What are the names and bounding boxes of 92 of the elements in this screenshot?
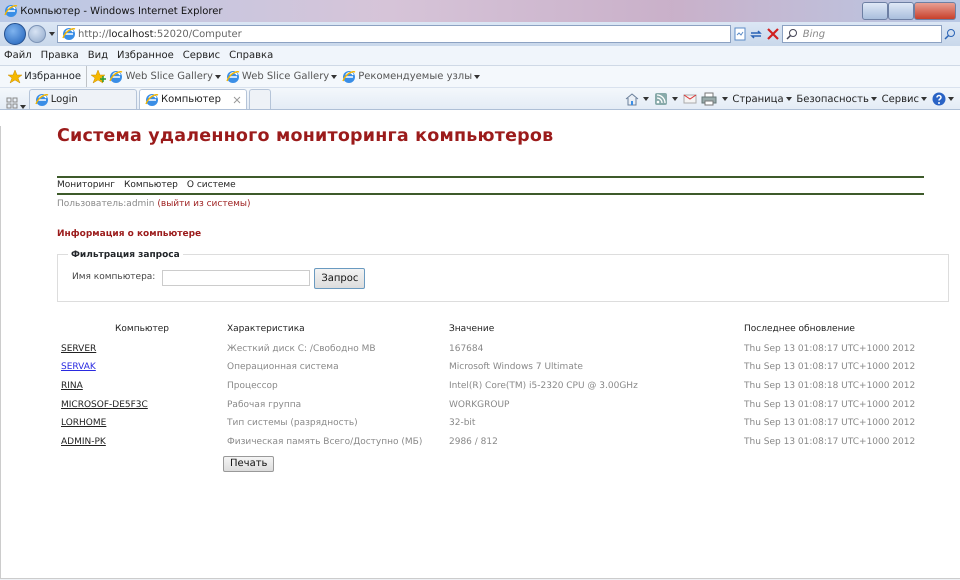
table-cell: Процессор xyxy=(227,380,278,391)
logout-link[interactable]: (выйти из системы) xyxy=(157,199,251,209)
table-cell: Microsoft Windows 7 Ultimate xyxy=(449,362,583,372)
caret-icon[interactable] xyxy=(672,97,678,102)
command-menu[interactable]: Страница xyxy=(732,92,792,107)
caret-icon[interactable] xyxy=(643,97,650,102)
browser-logo-icon xyxy=(109,70,124,84)
table-cell: 32-bit xyxy=(449,418,476,428)
menu-item[interactable]: Избранное xyxy=(116,48,174,63)
menu-item[interactable]: Справка xyxy=(229,48,274,63)
command-menu[interactable]: Сервис xyxy=(882,92,928,107)
help-icon xyxy=(932,92,946,106)
search-field[interactable]: Bing xyxy=(782,25,942,43)
browser-logo-icon xyxy=(62,27,76,41)
table-cell: 2986 / 812 xyxy=(449,437,498,448)
back-button[interactable] xyxy=(4,23,26,45)
menu-item[interactable]: Вид xyxy=(88,48,108,63)
command-menu[interactable]: Безопасность xyxy=(796,92,878,107)
computer-link[interactable]: LORHOME xyxy=(61,418,106,428)
caret-icon xyxy=(215,74,222,78)
table-cell: Thu Sep 13 01:08:17 UTC+1000 2012 xyxy=(744,362,916,372)
caret-icon[interactable] xyxy=(48,32,54,36)
favorites-link[interactable]: Рекомендуемые узлы xyxy=(342,69,480,84)
minimize-button[interactable] xyxy=(862,2,888,20)
nav-link[interactable]: Компьютер xyxy=(124,178,178,192)
table-cell: Операционная система xyxy=(227,362,339,372)
table-cell: Тип системы (разрядность) xyxy=(227,418,358,428)
table-cell: Thu Sep 13 01:08:17 UTC+1000 2012 xyxy=(744,344,916,354)
nav-link[interactable]: О системе xyxy=(186,178,236,192)
table-cell: Thu Sep 13 01:08:17 UTC+1000 2012 xyxy=(744,437,916,448)
mail-icon[interactable] xyxy=(682,93,697,106)
menu-item[interactable]: Сервис xyxy=(182,48,220,63)
favorites-link[interactable]: Web Slice Gallery xyxy=(226,69,338,84)
table-cell: Жесткий диск С: /Свободно МВ xyxy=(227,344,376,354)
table-cell: Intel(R) Core(TM) i5-2320 CPU @ 3.00GHz xyxy=(449,380,638,391)
menu-item[interactable]: Правка xyxy=(40,48,79,63)
section-title: Информация о компьютере xyxy=(57,228,202,240)
help-menu[interactable] xyxy=(932,92,954,106)
browser-tab[interactable]: Компьютер xyxy=(138,89,247,109)
caret-icon[interactable] xyxy=(20,105,26,109)
compatibility-icon[interactable] xyxy=(733,27,747,41)
caret-icon xyxy=(948,97,954,102)
printer-icon[interactable] xyxy=(701,92,718,106)
add-favorite-icon[interactable] xyxy=(91,70,108,84)
close-button[interactable] xyxy=(914,2,956,20)
caret-icon xyxy=(921,97,928,102)
browser-logo-icon xyxy=(34,92,48,106)
star-icon xyxy=(8,70,22,84)
computer-name-field[interactable] xyxy=(162,270,310,286)
caret-icon xyxy=(871,97,878,102)
table-cell: Thu Sep 13 01:08:17 UTC+1000 2012 xyxy=(744,418,916,428)
column-header: Значение xyxy=(449,323,496,336)
table-cell: Физическая память Всего/Доступно (МБ) xyxy=(227,437,422,448)
browser-logo-icon xyxy=(226,70,240,84)
maximize-button[interactable] xyxy=(888,2,914,20)
column-header: Характеристика xyxy=(227,323,306,336)
print-button[interactable]: Печать xyxy=(223,456,274,472)
page-heading: Система удаленного мониторинга компьютеров xyxy=(57,126,554,147)
field-label: Имя компьютера: xyxy=(72,271,156,284)
browser-logo-icon xyxy=(342,70,356,84)
computer-link[interactable]: MICROSOF-DE5F3C xyxy=(61,400,148,410)
address-field[interactable]: http://localhost:52020/Computer xyxy=(56,25,731,43)
browser-tab[interactable]: Login xyxy=(28,89,136,109)
table-cell: Thu Sep 13 01:08:18 UTC+1000 2012 xyxy=(744,380,916,391)
caret-icon xyxy=(331,74,338,78)
caret-icon[interactable] xyxy=(722,97,728,102)
caret-icon xyxy=(474,74,480,78)
table-cell: Thu Sep 13 01:08:17 UTC+1000 2012 xyxy=(744,400,916,410)
computer-link[interactable]: ADMIN-PK xyxy=(61,437,106,448)
browser-logo-icon xyxy=(144,92,159,106)
menu-item[interactable]: Файл xyxy=(4,48,32,63)
table-cell: Рабочая группа xyxy=(227,400,302,410)
browser-logo-icon xyxy=(4,4,18,18)
stop-icon[interactable] xyxy=(766,27,780,41)
table-cell: WORKGROUP xyxy=(449,400,510,410)
window-title: Компьютер - Windows Internet Explorer xyxy=(20,4,222,18)
caret-icon xyxy=(786,97,792,102)
column-header: Компьютер xyxy=(57,320,227,340)
nav-link[interactable]: Мониторинг xyxy=(57,178,115,192)
search-icon[interactable] xyxy=(944,28,956,40)
table-cell: 167684 xyxy=(449,344,484,354)
column-header: Последнее обновление xyxy=(744,323,856,336)
computer-link[interactable]: SERVER xyxy=(61,344,96,354)
query-button[interactable]: Запрос xyxy=(314,268,366,288)
home-icon[interactable] xyxy=(624,92,639,106)
favorites-link[interactable]: Web Slice Gallery xyxy=(109,69,222,84)
search-icon[interactable] xyxy=(786,28,798,40)
user-label: Пользователь:admin xyxy=(57,199,155,209)
close-icon[interactable] xyxy=(232,96,241,104)
computer-link[interactable]: SERVAK xyxy=(61,362,96,372)
computer-link[interactable]: RINA xyxy=(61,380,83,391)
favorites-button[interactable]: Избранное xyxy=(8,69,82,84)
